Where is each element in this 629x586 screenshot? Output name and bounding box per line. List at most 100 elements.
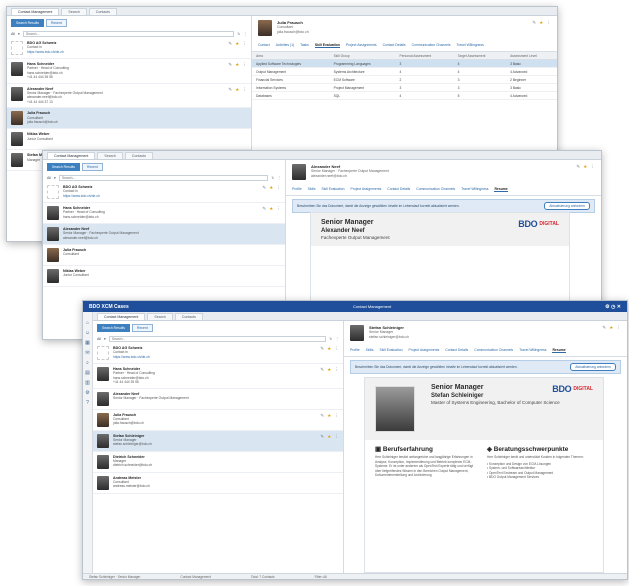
list-item[interactable]: BDO AG Schweiz Contact in https://www.bdo.… — [93, 343, 343, 364]
table-row[interactable]: Information Systems Project Management 3 3 3… — [252, 83, 557, 92]
search-icon[interactable]: ⌕ — [86, 360, 89, 366]
more-icon[interactable]: ⋮ — [242, 41, 247, 47]
edit-icon[interactable]: ✎ — [320, 367, 324, 373]
list-item[interactable]: Alexander Neef Senior Manager · Fachexper… — [7, 84, 251, 109]
recent-toggle[interactable]: Recent — [46, 19, 67, 27]
refresh-icon[interactable]: ↻ — [271, 176, 274, 180]
menu-icon[interactable]: ⋮ — [335, 337, 339, 341]
contact-email[interactable]: julia.frausch@bdo.ch — [113, 421, 316, 425]
contact-phone[interactable]: +41 44 444 35 55 — [113, 380, 316, 384]
list-item[interactable]: Dietrich Schneider Manager dietrich.schnei… — [93, 452, 343, 473]
chevron-down-icon[interactable]: ▾ — [18, 32, 20, 36]
chart-icon[interactable]: ▥ — [85, 380, 90, 386]
edit-icon[interactable]: ✎ — [228, 87, 232, 93]
search-input[interactable] — [22, 31, 235, 37]
calendar-icon[interactable]: ▦ — [85, 340, 90, 346]
refresh-icon[interactable]: ↻ — [237, 32, 240, 36]
tab-travel-willingness[interactable]: Travel Willingness — [519, 348, 546, 353]
detail-email[interactable]: stefan.schleiniger@bdo.ch — [369, 335, 597, 340]
more-icon[interactable]: ⋮ — [590, 164, 595, 170]
edit-icon[interactable]: ✎ — [320, 346, 324, 352]
contact-email[interactable]: hans.schneider@bdo.ch — [63, 215, 258, 219]
table-row[interactable]: Financial Services ECM Software 2 3 2 Beginn… — [252, 75, 557, 84]
contact-email[interactable]: dietrich.schneider@bdo.ch — [113, 463, 339, 467]
column-header[interactable]: Assessment Level — [506, 52, 557, 60]
star-icon[interactable]: ★ — [609, 325, 613, 331]
tab-resume[interactable]: Resume — [494, 187, 508, 192]
tab-contact-management[interactable]: Contact Management — [11, 7, 60, 15]
column-header[interactable]: Skill Group — [329, 52, 396, 60]
star-icon[interactable]: ★ — [327, 413, 331, 419]
list-item[interactable]: BDO AG Schweiz Contact in https://www.bdo.… — [43, 182, 285, 203]
tab-skills[interactable]: Skills — [366, 348, 374, 353]
edit-icon[interactable]: ✎ — [532, 20, 536, 26]
chevron-down-icon[interactable]: ▾ — [54, 176, 56, 180]
contact-email[interactable]: alexander.neef@bdo.ch — [63, 236, 281, 240]
recent-toggle[interactable]: Recent — [132, 324, 153, 332]
filter-label[interactable]: All — [97, 337, 101, 341]
tab-contacts[interactable]: Contacts — [174, 312, 203, 320]
star-icon[interactable]: ★ — [269, 206, 273, 212]
star-icon[interactable]: ★ — [235, 62, 239, 68]
star-icon[interactable]: ★ — [269, 185, 273, 191]
list-item[interactable]: BDO AG Schweiz Contact in https://www.bdo.… — [7, 38, 251, 59]
edit-icon[interactable]: ✎ — [262, 185, 266, 191]
star-icon[interactable]: ★ — [327, 367, 331, 373]
tab-resume[interactable]: Resume — [552, 348, 566, 353]
list-item[interactable]: Julia Frausch Consultant julia.frausch@bdo… — [93, 410, 343, 431]
filter-label[interactable]: All — [47, 176, 51, 180]
tab-travel-willingness[interactable]: Travel Willingness — [461, 187, 488, 192]
detail-email[interactable]: alexander.neef@bdo.ch — [311, 174, 571, 179]
website-link[interactable]: https://www.bdo.ch/de-ch — [27, 50, 224, 54]
more-icon[interactable]: ⋮ — [276, 206, 281, 212]
edit-icon[interactable]: ✎ — [262, 206, 266, 212]
edit-icon[interactable]: ✎ — [228, 41, 232, 47]
edit-icon[interactable]: ✎ — [320, 434, 324, 440]
tab-contact-details[interactable]: Contact Details — [445, 348, 468, 353]
search-input[interactable] — [108, 336, 327, 342]
edit-icon[interactable]: ✎ — [576, 164, 580, 170]
contact-phone[interactable]: +41 44 444 37 13 — [27, 100, 224, 104]
tab-profile[interactable]: Profile — [292, 187, 302, 192]
star-icon[interactable]: ★ — [327, 434, 331, 440]
tab-travel-willingness[interactable]: Travel Willingness — [456, 43, 483, 48]
tab-skills[interactable]: Skills — [308, 187, 316, 192]
list-item[interactable]: Niklas Weber Junior Consultant — [43, 266, 285, 287]
tab-contact-management[interactable]: Contact Management — [47, 151, 96, 159]
list-item-selected[interactable]: Stefan Schleiniger Senior Manager stefan.s… — [93, 430, 343, 452]
search-input[interactable] — [58, 175, 269, 181]
star-icon[interactable]: ★ — [539, 20, 543, 26]
star-icon[interactable]: ★ — [235, 41, 239, 47]
mail-icon[interactable]: ✉ — [85, 350, 89, 356]
website-link[interactable]: https://www.bdo.ch/de-ch — [113, 355, 316, 359]
column-header[interactable]: Target Assessment — [453, 52, 507, 60]
column-header[interactable]: Area — [252, 52, 330, 60]
search-results-toggle[interactable]: Search Results — [97, 324, 130, 332]
tab-activities[interactable]: Activities (1) — [276, 43, 294, 48]
contact-email[interactable]: julia.frausch@bdo.ch — [27, 120, 247, 124]
edit-icon[interactable]: ✎ — [320, 413, 324, 419]
menu-icon[interactable]: ⋮ — [243, 32, 247, 36]
table-row[interactable]: Output Management Systems Architecture 4 4 4… — [252, 67, 557, 76]
more-icon[interactable]: ⋮ — [546, 20, 551, 26]
tab-search[interactable]: Search — [61, 7, 87, 15]
tab-contacts[interactable]: Contacts — [124, 151, 153, 159]
help-icon[interactable]: ? — [86, 400, 89, 406]
more-icon[interactable]: ⋮ — [334, 413, 339, 419]
tab-contact-details[interactable]: Contact Details — [387, 187, 410, 192]
list-item[interactable]: Hans Schneider Partner · Head of Consulti… — [43, 203, 285, 224]
list-item[interactable]: Niklas Weber Junior Consultant — [7, 129, 251, 151]
list-item[interactable]: Hans Schneider Partner · Head of Consulti… — [93, 364, 343, 389]
website-link[interactable]: https://www.bdo.ch/de-ch — [63, 194, 258, 198]
home-icon[interactable]: ⌂ — [86, 320, 89, 326]
table-row[interactable]: Applied Software Technologies Programming… — [252, 59, 557, 68]
tab-contact-details[interactable]: Contact Details — [383, 43, 406, 48]
detail-email[interactable]: julia.frausch@bdo.ch — [277, 30, 527, 35]
tab-project-assignments[interactable]: Project Assignments — [351, 187, 382, 192]
more-icon[interactable]: ⋮ — [242, 62, 247, 68]
list-item[interactable]: Julia Frausch Consultant — [43, 245, 285, 266]
search-results-toggle[interactable]: Search Results — [11, 19, 44, 27]
contact-email[interactable]: stefan.schleiniger@bdo.ch — [113, 442, 316, 446]
star-icon[interactable]: ★ — [327, 346, 331, 352]
tab-search[interactable]: Search — [97, 151, 123, 159]
